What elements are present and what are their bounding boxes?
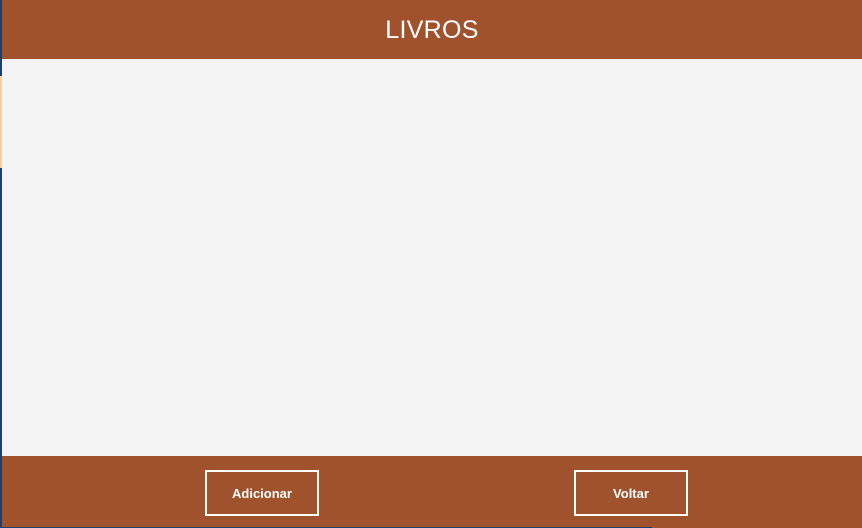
book-list-area[interactable] [2, 59, 862, 456]
header-bar: LIVROS [2, 0, 862, 59]
add-button[interactable]: Adicionar [205, 470, 319, 516]
livros-window: LIVROS Adicionar Voltar [0, 0, 862, 528]
back-button[interactable]: Voltar [574, 470, 688, 516]
footer-bar: Adicionar Voltar [2, 456, 862, 528]
page-title: LIVROS [385, 15, 479, 44]
